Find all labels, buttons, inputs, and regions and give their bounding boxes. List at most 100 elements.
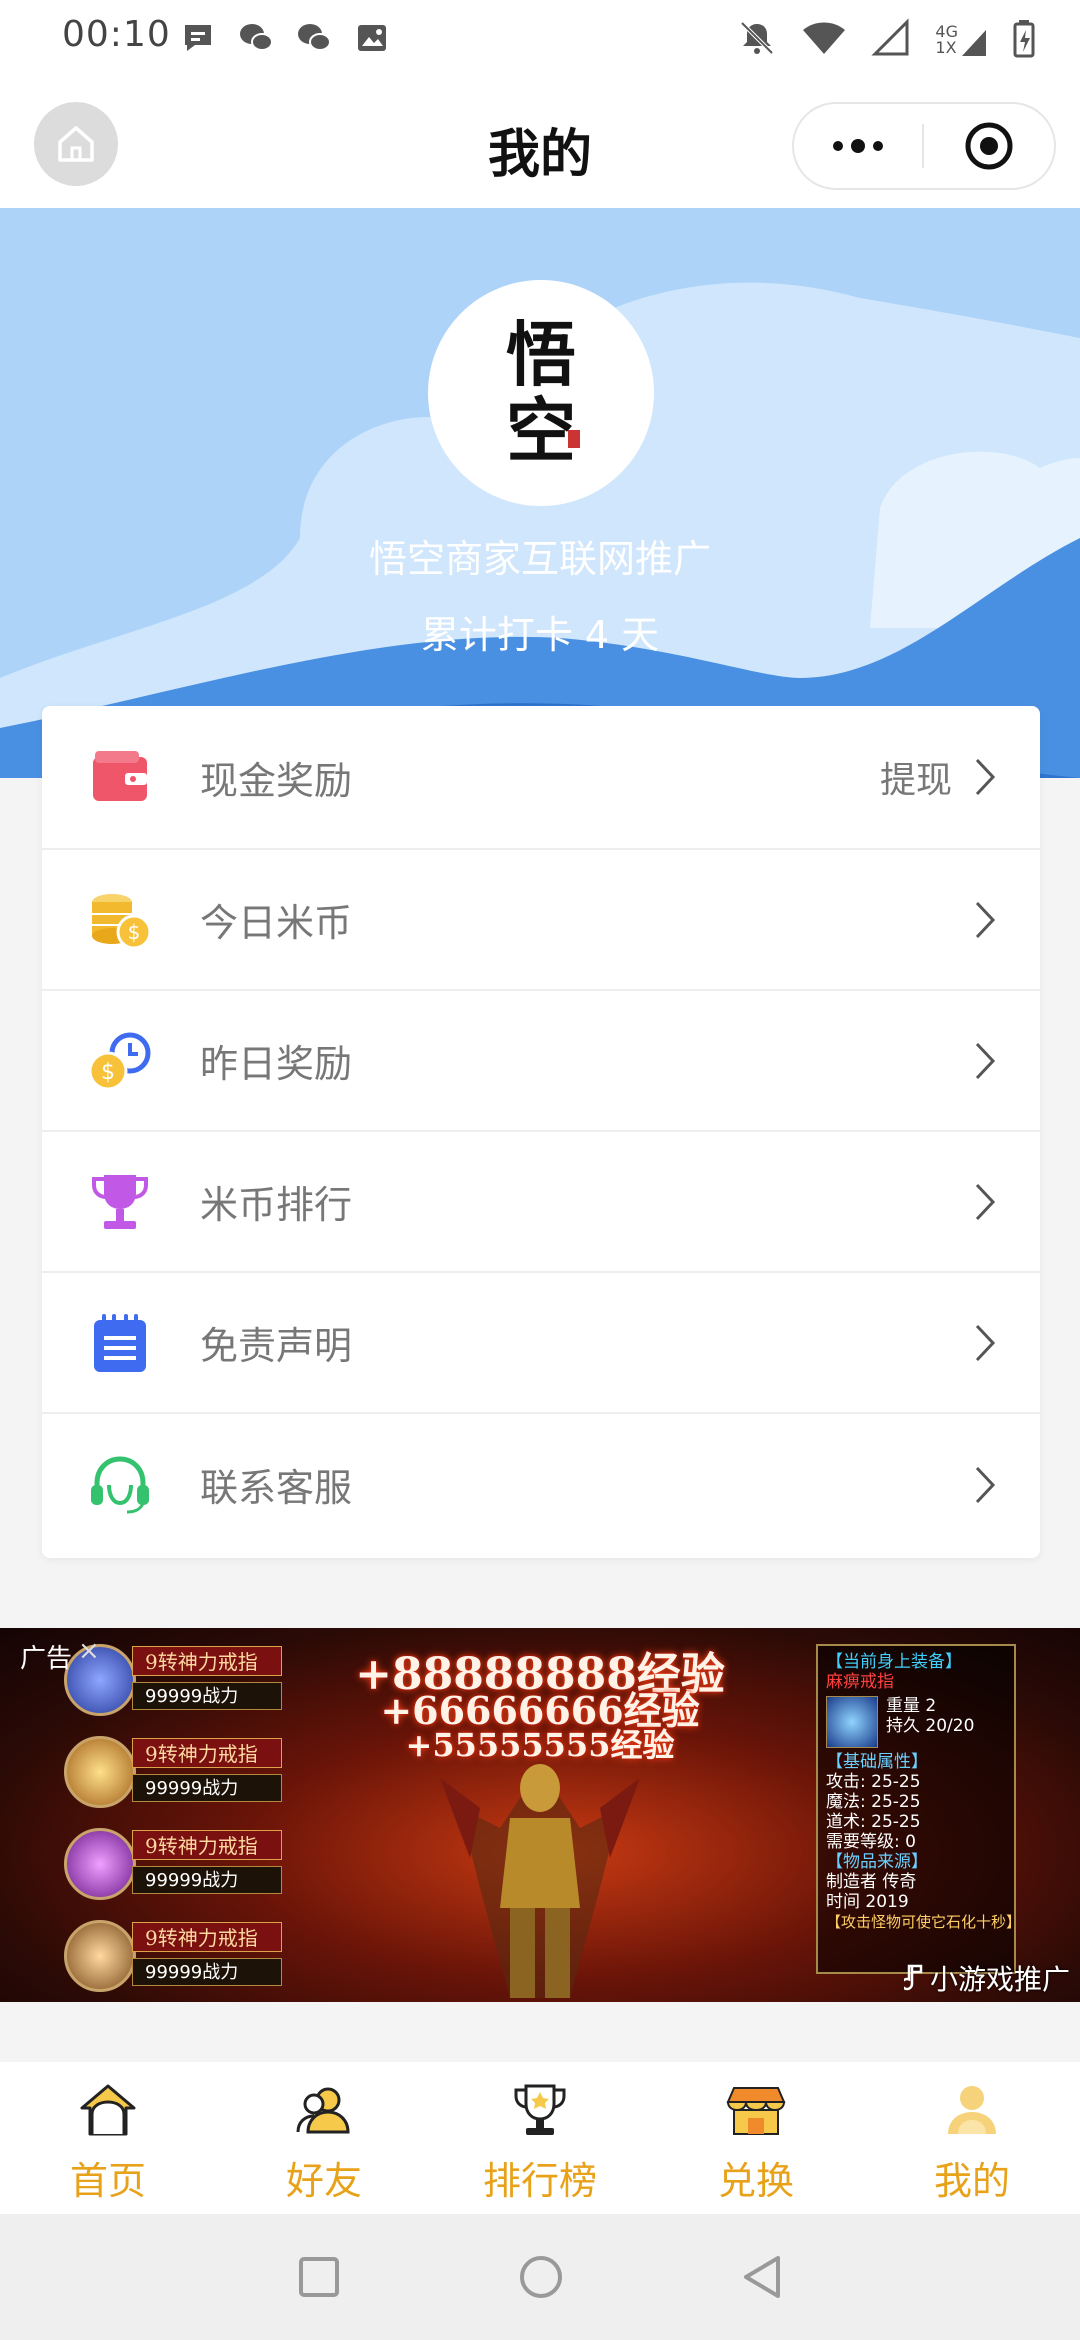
tab-label: 排行榜 — [482, 2159, 597, 2203]
ad-item-power: 99999战力 — [132, 1958, 282, 1986]
withdraw-link[interactable]: 提现 — [880, 751, 952, 803]
ad-item-title: 9转神力戒指 — [132, 1922, 282, 1952]
dot-icon — [851, 139, 865, 153]
menu-item-label: 免责声明 — [200, 1324, 353, 1368]
ad-item: 9转神力戒指 99999战力 — [60, 1824, 290, 1904]
ad-close-icon[interactable]: × — [78, 1636, 100, 1666]
ad-banner[interactable]: 9转神力戒指 99999战力 9转神力戒指 99999战力 9转神力戒指 999… — [0, 1628, 1080, 2002]
ad-item: 9转神力戒指 99999战力 — [60, 1916, 290, 1996]
system-nav-bar — [0, 2214, 1080, 2340]
equip-item-name: 麻痹戒指 — [826, 1672, 894, 1692]
user-icon — [948, 2086, 996, 2134]
menu-item-yesterday-reward[interactable]: $ 昨日奖励 — [42, 991, 1040, 1132]
home-nav-button[interactable] — [518, 2254, 564, 2300]
friends-icon — [296, 2087, 350, 2134]
equipment-panel: 【当前身上装备】 麻痹戒指 重量 2 持久 20/20 【基础属性】 攻击: 2… — [816, 1644, 1022, 1974]
target-icon — [965, 122, 1013, 170]
chevron-right-icon — [970, 1041, 1000, 1081]
dot-icon — [873, 141, 883, 151]
ad-item-power: 99999战力 — [132, 1774, 282, 1802]
ring-gem — [64, 1828, 136, 1900]
equip-level: 需要等级: 0 — [826, 1832, 916, 1852]
ad-source-label: 小游戏推广 — [903, 1958, 1070, 1998]
mute-icon — [737, 18, 777, 62]
menu-item-label: 联系客服 — [200, 1466, 353, 1510]
svg-text:$: $ — [101, 1060, 115, 1085]
system-icons: 4G 1X — [737, 18, 1036, 62]
warrior-illustration — [440, 1764, 640, 1998]
chevron-right-icon — [970, 1323, 1000, 1363]
ad-item-power: 99999战力 — [132, 1866, 282, 1894]
avatar[interactable]: 悟空 — [428, 280, 654, 506]
menu-item-customer-service[interactable]: 联系客服 — [42, 1414, 1040, 1555]
signal-icon — [871, 18, 911, 62]
svg-text:$: $ — [128, 920, 141, 944]
trophy-icon — [514, 2084, 566, 2135]
tab-home[interactable]: 首页 — [0, 2062, 216, 2214]
wifi-icon — [801, 18, 847, 62]
menu-item-label: 昨日奖励 — [200, 1042, 353, 1086]
network-subtype: 1X — [935, 38, 957, 57]
wechat-icon — [296, 20, 332, 56]
more-button[interactable] — [794, 104, 922, 188]
menu-item-label: 今日米币 — [200, 901, 353, 945]
menu-card: 现金奖励 提现 $ 今日米币 $ 昨日奖励 米币排行 免责声明 联系客服 — [42, 706, 1040, 1558]
home-icon — [80, 2084, 136, 2136]
menu-item-label: 现金奖励 — [200, 758, 353, 803]
menu-item-coin-ranking[interactable]: 米币排行 — [42, 1132, 1040, 1273]
trophy-icon — [88, 1170, 152, 1234]
tab-label: 我的 — [933, 2159, 1010, 2203]
equip-attack: 攻击: 25-25 — [826, 1772, 921, 1792]
network-icon: 4G 1X — [935, 22, 988, 58]
wechat-icon — [238, 20, 274, 56]
notepad-icon — [88, 1311, 152, 1375]
tab-ranking[interactable]: 排行榜 — [432, 2062, 648, 2214]
ring-thumbnail — [826, 1696, 878, 1748]
coins-icon: $ — [88, 888, 152, 952]
gallery-icon — [354, 20, 390, 56]
recent-apps-button[interactable] — [298, 2256, 340, 2298]
tab-exchange[interactable]: 兑换 — [648, 2062, 864, 2214]
equip-durability: 持久 20/20 — [886, 1716, 975, 1736]
coin-clock-icon: $ — [88, 1029, 152, 1093]
wallet-icon — [88, 745, 152, 809]
notification-icons — [180, 20, 390, 56]
back-button[interactable] — [740, 2254, 784, 2300]
music-note-icon — [903, 1964, 923, 1991]
headset-icon — [88, 1453, 152, 1517]
ad-source-text: 小游戏推广 — [929, 1963, 1070, 1996]
equip-time: 时间 2019 — [826, 1892, 909, 1912]
battery-icon — [1012, 18, 1036, 62]
ring-gem — [64, 1920, 136, 1992]
menu-item-cash-reward[interactable]: 现金奖励 提现 — [42, 706, 1040, 850]
tab-mine[interactable]: 我的 — [864, 2062, 1080, 2214]
menu-item-today-coins[interactable]: $ 今日米币 — [42, 850, 1040, 991]
tab-bar: 首页 好友 排行榜 兑换 我的 — [0, 2062, 1080, 2214]
message-icon — [180, 20, 216, 56]
ad-item-title: 9转神力戒指 — [132, 1830, 282, 1860]
chevron-right-icon — [970, 1182, 1000, 1222]
equip-footer: 【攻击怪物可使它石化十秒】 — [826, 1913, 1022, 1931]
mini-program-capsule — [792, 102, 1056, 190]
checkin-count: 累计打卡 4 天 — [420, 613, 660, 657]
equip-header: 【当前身上装备】 — [826, 1652, 962, 1672]
menu-item-label: 米币排行 — [200, 1183, 353, 1227]
menu-item-disclaimer[interactable]: 免责声明 — [42, 1273, 1040, 1414]
ad-label: 广告 — [20, 1644, 73, 1674]
chevron-right-icon — [970, 900, 1000, 940]
tab-label: 首页 — [69, 2159, 146, 2203]
equip-weight: 重量 2 — [886, 1696, 937, 1716]
equip-attr-header: 【基础属性】 — [826, 1752, 928, 1772]
tab-label: 好友 — [285, 2159, 362, 2203]
chevron-right-icon — [970, 757, 1000, 797]
chevron-right-icon — [970, 1465, 1000, 1505]
dot-icon — [833, 141, 843, 151]
close-miniprogram-button[interactable] — [924, 120, 1054, 172]
seal-stamp — [568, 430, 580, 448]
tab-friends[interactable]: 好友 — [216, 2062, 432, 2214]
tab-label: 兑换 — [717, 2159, 794, 2203]
equip-tao: 道术: 25-25 — [826, 1812, 921, 1832]
equip-source-header: 【物品来源】 — [826, 1852, 928, 1872]
shop-icon — [726, 2087, 786, 2135]
status-time: 00:10 — [62, 14, 171, 55]
